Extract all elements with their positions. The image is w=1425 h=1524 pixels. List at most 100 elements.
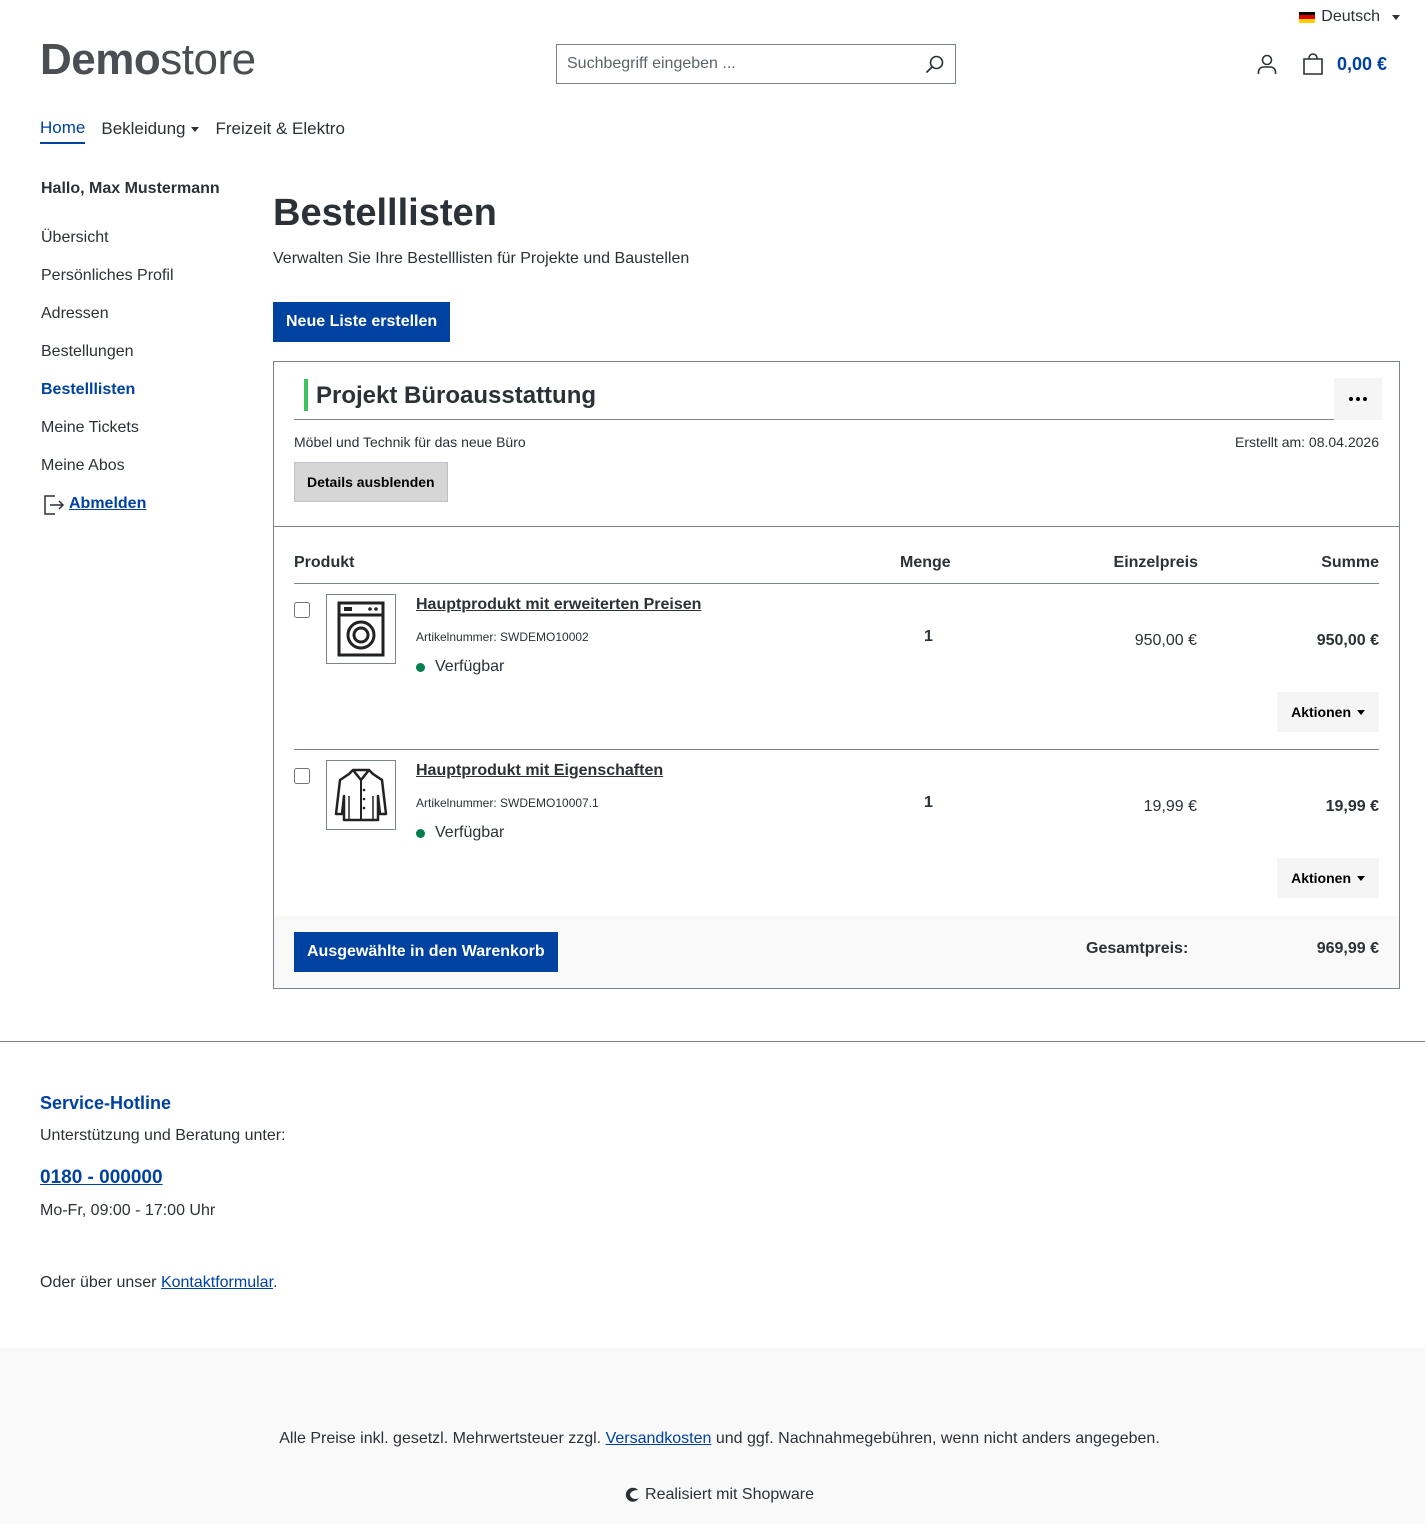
support-text: Unterstützung und Beratung unter: (40, 1127, 286, 1144)
col-product: Produkt (294, 554, 355, 571)
col-quantity: Menge (900, 554, 951, 571)
item-unit-price: 19,99 € (1143, 798, 1197, 815)
hotline-hours: Mo-Fr, 09:00 - 17:00 Uhr (40, 1202, 216, 1219)
add-selected-to-cart-button[interactable]: Ausgewählte in den Warenkorb (294, 932, 558, 972)
contact-form-link[interactable]: Kontaktformular (161, 1274, 273, 1291)
chevron-down-icon (1357, 709, 1365, 715)
sidebar-item-profile[interactable]: Persönliches Profil (41, 256, 241, 296)
vat-prefix: Alle Preise inkl. gesetzl. Mehrwertsteue… (279, 1430, 606, 1447)
actions-label: Aktionen (1291, 870, 1351, 886)
item-actions-button[interactable]: Aktionen (1277, 858, 1379, 898)
cart-icon[interactable] (1301, 52, 1325, 76)
item-total: 950,00 € (1316, 632, 1379, 649)
list-header: Projekt Büroausstattung (294, 378, 1382, 420)
table-row: Hauptprodukt mit erweiterten Preisen Art… (294, 584, 1379, 750)
item-quantity: 1 (924, 794, 933, 811)
footer-bottom: Alle Preise inkl. gesetzl. Mehrwertsteue… (0, 1348, 1425, 1524)
german-flag-icon (1299, 11, 1316, 23)
account-icon[interactable] (1255, 52, 1279, 76)
list-description: Möbel und Technik für das neue Büro (294, 434, 526, 450)
sidebar-item-order-lists[interactable]: Bestelllisten (41, 370, 241, 410)
powered-by-label: Realisiert mit Shopware (645, 1486, 814, 1503)
nav-clothing[interactable]: Bekleidung (101, 118, 200, 144)
nav-home[interactable]: Home (40, 118, 86, 144)
product-thumbnail[interactable] (326, 594, 396, 664)
order-list-card: Projekt Büroausstattung Möbel und Techni… (273, 361, 1400, 989)
more-options-button[interactable] (1334, 378, 1382, 420)
language-label: Deutsch (1321, 8, 1380, 25)
col-sum: Summe (1321, 554, 1379, 571)
item-actions-button[interactable]: Aktionen (1277, 692, 1379, 732)
item-checkbox[interactable] (294, 768, 310, 784)
search-icon[interactable] (915, 45, 955, 83)
logout-link[interactable]: Abmelden (41, 486, 241, 522)
stock-label: Verfügbar (435, 824, 505, 841)
cart-total[interactable]: 0,00 € (1337, 54, 1387, 75)
list-footer: Ausgewählte in den Warenkorb Gesamtpreis… (274, 916, 1399, 988)
footer-divider (0, 1041, 1425, 1042)
logout-icon (44, 495, 65, 515)
table-header: Produkt Menge Einzelpreis Summe (294, 552, 1379, 584)
col-unit-price: Einzelpreis (1113, 554, 1198, 571)
stock-status: Verfügbar (416, 824, 504, 842)
powered-by[interactable]: Realisiert mit Shopware (0, 1486, 1425, 1504)
washing-machine-icon (337, 601, 385, 657)
language-switcher[interactable]: Deutsch (1299, 0, 1400, 34)
product-sku: Artikelnummer: SWDEMO10007.1 (416, 796, 599, 810)
item-quantity: 1 (924, 628, 933, 645)
logout-label[interactable]: Abmelden (69, 495, 146, 513)
logo-bold: Demo (40, 35, 161, 84)
chevron-down-icon (1392, 14, 1400, 20)
sidebar-item-overview[interactable]: Übersicht (41, 218, 241, 258)
item-total: 19,99 € (1325, 798, 1379, 815)
contact-prefix: Oder über unser (40, 1274, 161, 1291)
sidebar-item-orders[interactable]: Bestellungen (41, 332, 241, 372)
list-created-date: Erstellt am: 08.04.2026 (1235, 434, 1379, 450)
toggle-details-button[interactable]: Details ausblenden (294, 462, 448, 502)
new-list-button[interactable]: Neue Liste erstellen (273, 302, 451, 342)
product-name-link[interactable]: Hauptprodukt mit erweiterten Preisen (416, 596, 701, 614)
sidebar-item-tickets[interactable]: Meine Tickets (41, 408, 241, 448)
page-title: Bestelllisten (273, 192, 497, 234)
sidebar-item-subscriptions[interactable]: Meine Abos (41, 446, 241, 486)
stock-label: Verfügbar (435, 658, 505, 675)
item-checkbox[interactable] (294, 602, 310, 618)
search-input[interactable] (557, 45, 915, 83)
available-dot-icon (416, 828, 425, 838)
jacket-icon (334, 768, 388, 822)
product-thumbnail[interactable] (326, 760, 396, 830)
nav-clothing-label: Bekleidung (101, 119, 186, 138)
main-navigation: Home Bekleidung Freizeit & Elektro (40, 118, 345, 144)
stock-status: Verfügbar (416, 658, 504, 676)
actions-label: Aktionen (1291, 704, 1351, 720)
product-sku: Artikelnummer: SWDEMO10002 (416, 630, 589, 644)
hotline-phone-link[interactable]: 0180 - 000000 (40, 1167, 163, 1189)
chevron-down-icon (191, 126, 200, 132)
search-box (556, 44, 956, 84)
section-divider (274, 526, 1399, 527)
account-sidebar: Hallo, Max Mustermann Übersicht Persönli… (41, 180, 241, 522)
chevron-down-icon (1357, 875, 1365, 881)
product-name-link[interactable]: Hauptprodukt mit Eigenschaften (416, 762, 663, 780)
more-horizontal-icon (1349, 397, 1367, 401)
item-unit-price: 950,00 € (1134, 632, 1197, 649)
hotline-title: Service-Hotline (40, 1093, 172, 1113)
shipping-costs-link[interactable]: Versandkosten (606, 1430, 712, 1447)
greeting: Hallo, Max Mustermann (41, 180, 220, 197)
shopware-logo-icon (625, 1487, 640, 1502)
table-row: Hauptprodukt mit Eigenschaften Artikelnu… (294, 749, 1379, 915)
vat-suffix: und ggf. Nachnahmegebühren, wenn nicht a… (711, 1430, 1160, 1447)
contact-text: Oder über unser Kontaktformular. (40, 1274, 277, 1292)
logo-light: store (160, 35, 256, 84)
contact-suffix: . (273, 1274, 278, 1291)
grand-total-label: Gesamtpreis: (1086, 940, 1189, 957)
available-dot-icon (416, 662, 425, 672)
list-color-marker (304, 379, 308, 411)
grand-total-value: 969,99 € (1316, 940, 1379, 957)
page-subtitle: Verwalten Sie Ihre Bestelllisten für Pro… (273, 250, 690, 267)
list-title: Projekt Büroausstattung (316, 382, 597, 409)
sidebar-item-addresses[interactable]: Adressen (41, 294, 241, 334)
nav-leisure[interactable]: Freizeit & Elektro (215, 118, 344, 144)
vat-notice: Alle Preise inkl. gesetzl. Mehrwertsteue… (0, 1430, 1425, 1448)
store-logo[interactable]: Demostore (40, 36, 256, 84)
